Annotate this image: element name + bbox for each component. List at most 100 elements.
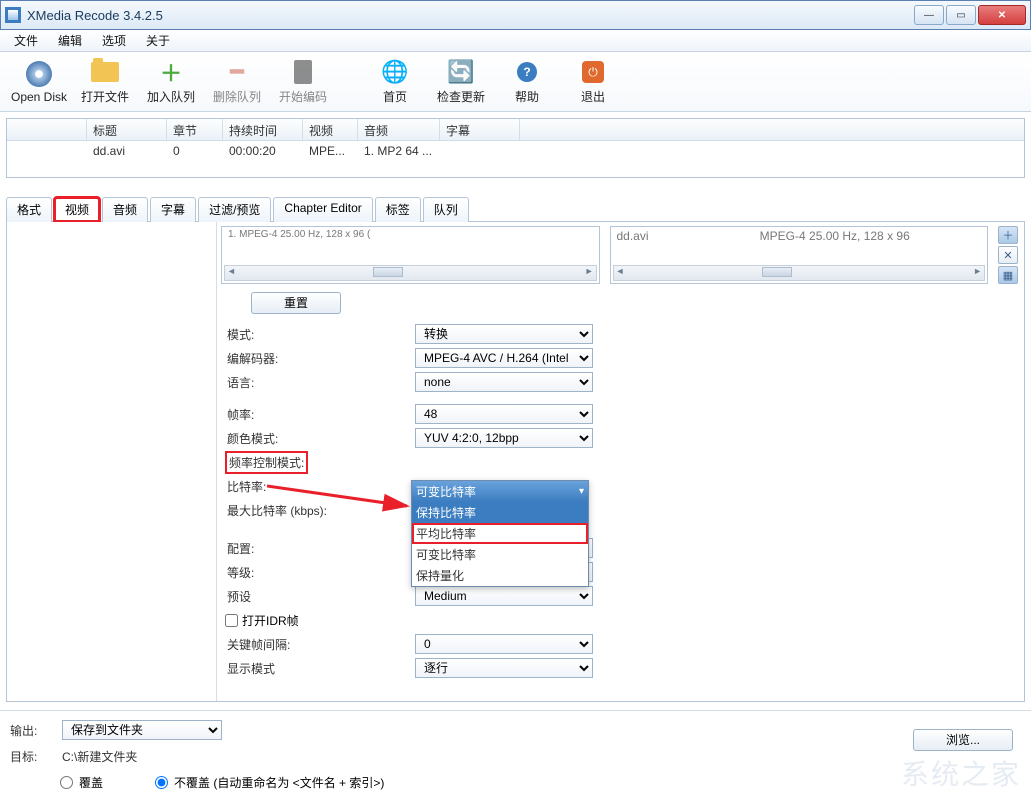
- preview-left-scroll[interactable]: [224, 265, 597, 281]
- tool-add-queue[interactable]: ＋加入队列: [138, 56, 204, 108]
- video-settings-panel: 1. MPEG-4 25.00 Hz, 128 x 96 ( dd.avi MP…: [217, 222, 1024, 701]
- home-icon: 🌐: [381, 58, 409, 86]
- label-fps: 帧率:: [225, 406, 415, 423]
- select-output[interactable]: 保存到文件夹: [62, 720, 222, 740]
- encode-icon: [294, 60, 312, 84]
- window-title: XMedia Recode 3.4.2.5: [27, 8, 914, 23]
- maximize-button[interactable]: ▭: [946, 5, 976, 25]
- left-tree[interactable]: [7, 222, 217, 701]
- preview-grid-button[interactable]: ▦: [998, 266, 1018, 284]
- label-output: 输出:: [10, 722, 54, 739]
- menu-options[interactable]: 选项: [92, 30, 136, 51]
- browse-button[interactable]: 浏览...: [913, 729, 1013, 751]
- dropdown-item[interactable]: 保持量化: [412, 565, 588, 586]
- tab-content: 1. MPEG-4 25.00 Hz, 128 x 96 ( dd.avi MP…: [6, 222, 1025, 702]
- tab-filter[interactable]: 过滤/预览: [198, 197, 271, 222]
- help-icon: ?: [517, 62, 537, 82]
- label-profile: 配置:: [225, 540, 415, 557]
- preview-left: 1. MPEG-4 25.00 Hz, 128 x 96 (: [221, 226, 600, 284]
- label-openidr: 打开IDR帧: [242, 612, 299, 629]
- file-list-header: 标题 章节 持续时间 视频 音频 字幕: [7, 119, 1024, 141]
- label-no-overwrite: 不覆盖 (自动重命名为 <文件名 + 索引>): [174, 774, 384, 791]
- refresh-icon: 🔄: [447, 58, 475, 86]
- preview-remove-button[interactable]: ✕: [998, 246, 1018, 264]
- tab-format[interactable]: 格式: [6, 197, 52, 222]
- select-preset[interactable]: Medium: [415, 586, 593, 606]
- close-button[interactable]: ✕: [978, 5, 1026, 25]
- menubar: 文件 编辑 选项 关于: [0, 30, 1031, 52]
- tab-queue[interactable]: 队列: [423, 197, 469, 222]
- label-level: 等级:: [225, 564, 415, 581]
- reset-button[interactable]: 重置: [251, 292, 341, 314]
- label-maxbitrate: 最大比特率 (kbps):: [225, 502, 415, 519]
- preview-right-scroll[interactable]: [613, 265, 986, 281]
- label-target: 目标:: [10, 748, 54, 765]
- tool-exit[interactable]: ⏻退出: [560, 56, 626, 108]
- label-displaymode: 显示模式: [225, 660, 415, 677]
- label-ratecontrol: 频率控制模式:: [225, 451, 308, 474]
- folder-icon: [91, 62, 119, 82]
- window-controls: — ▭ ✕: [914, 5, 1026, 25]
- dropdown-item-highlighted[interactable]: 平均比特率: [412, 523, 588, 544]
- label-keyint: 关键帧间隔:: [225, 636, 415, 653]
- tool-open-disk[interactable]: Open Disk: [6, 56, 72, 108]
- dropdown-selected[interactable]: 可变比特率: [412, 481, 588, 502]
- dropdown-item[interactable]: 保持比特率: [412, 502, 588, 523]
- tabs-container: 格式 视频 音频 字幕 过滤/预览 Chapter Editor 标签 队列 1…: [6, 196, 1025, 702]
- tab-video[interactable]: 视频: [54, 197, 100, 222]
- col-title[interactable]: 标题: [87, 119, 167, 140]
- toolbar: Open Disk 打开文件 ＋加入队列 ━删除队列 开始编码 🌐首页 🔄检查更…: [0, 52, 1031, 112]
- tab-subtitle[interactable]: 字幕: [150, 197, 196, 222]
- file-list: 标题 章节 持续时间 视频 音频 字幕 dd.avi 0 00:00:20 MP…: [6, 118, 1025, 178]
- col-audio[interactable]: 音频: [358, 119, 440, 140]
- tab-tag[interactable]: 标签: [375, 197, 421, 222]
- col-chapter[interactable]: 章节: [167, 119, 223, 140]
- label-codec: 编解码器:: [225, 350, 415, 367]
- col-duration[interactable]: 持续时间: [223, 119, 303, 140]
- checkbox-openidr[interactable]: [225, 614, 238, 627]
- preview-right-name: dd.avi MPEG-4 25.00 Hz, 128 x 96: [611, 227, 988, 245]
- select-colormode[interactable]: YUV 4:2:0, 12bpp: [415, 428, 593, 448]
- app-icon: [5, 7, 21, 23]
- disc-icon: [26, 61, 52, 87]
- select-displaymode[interactable]: 逐行: [415, 658, 593, 678]
- menu-about[interactable]: 关于: [136, 30, 180, 51]
- select-keyint[interactable]: 0: [415, 634, 593, 654]
- label-language: 语言:: [225, 374, 415, 391]
- menu-edit[interactable]: 编辑: [48, 30, 92, 51]
- preview-add-button[interactable]: ＋: [998, 226, 1018, 244]
- tab-audio[interactable]: 音频: [102, 197, 148, 222]
- tool-remove-queue[interactable]: ━删除队列: [204, 56, 270, 108]
- preview-right: dd.avi MPEG-4 25.00 Hz, 128 x 96: [610, 226, 989, 284]
- radio-overwrite[interactable]: [60, 776, 73, 789]
- minus-icon: ━: [223, 58, 251, 86]
- tool-check-update[interactable]: 🔄检查更新: [428, 56, 494, 108]
- target-path: C:\新建文件夹: [62, 748, 137, 765]
- tool-help[interactable]: ?帮助: [494, 56, 560, 108]
- file-list-row[interactable]: dd.avi 0 00:00:20 MPE... 1. MP2 64 ...: [7, 141, 1024, 161]
- tool-open-file[interactable]: 打开文件: [72, 56, 138, 108]
- select-language[interactable]: none: [415, 372, 593, 392]
- select-mode[interactable]: 转换: [415, 324, 593, 344]
- select-codec[interactable]: MPEG-4 AVC / H.264 (Intel Quick: [415, 348, 593, 368]
- output-panel: 输出: 保存到文件夹 目标: C:\新建文件夹 覆盖 不覆盖 (自动重命名为 <…: [0, 710, 1031, 801]
- titlebar: XMedia Recode 3.4.2.5 — ▭ ✕: [0, 0, 1031, 30]
- col-video[interactable]: 视频: [303, 119, 358, 140]
- dropdown-ratecontrol[interactable]: 可变比特率 保持比特率 平均比特率 可变比特率 保持量化: [411, 480, 589, 587]
- select-fps[interactable]: 48: [415, 404, 593, 424]
- label-preset: 预设: [225, 588, 415, 605]
- label-mode: 模式:: [225, 326, 415, 343]
- col-subtitle[interactable]: 字幕: [440, 119, 520, 140]
- label-overwrite: 覆盖: [79, 774, 103, 791]
- tool-start-encode[interactable]: 开始编码: [270, 56, 336, 108]
- menu-file[interactable]: 文件: [4, 30, 48, 51]
- label-bitrate: 比特率:: [225, 478, 415, 495]
- preview-left-label: 1. MPEG-4 25.00 Hz, 128 x 96 (: [222, 227, 599, 242]
- tool-home[interactable]: 🌐首页: [362, 56, 428, 108]
- minimize-button[interactable]: —: [914, 5, 944, 25]
- dropdown-item[interactable]: 可变比特率: [412, 544, 588, 565]
- label-colormode: 颜色模式:: [225, 430, 415, 447]
- tab-chapter[interactable]: Chapter Editor: [273, 197, 372, 222]
- radio-no-overwrite[interactable]: [155, 776, 168, 789]
- power-icon: ⏻: [582, 61, 604, 83]
